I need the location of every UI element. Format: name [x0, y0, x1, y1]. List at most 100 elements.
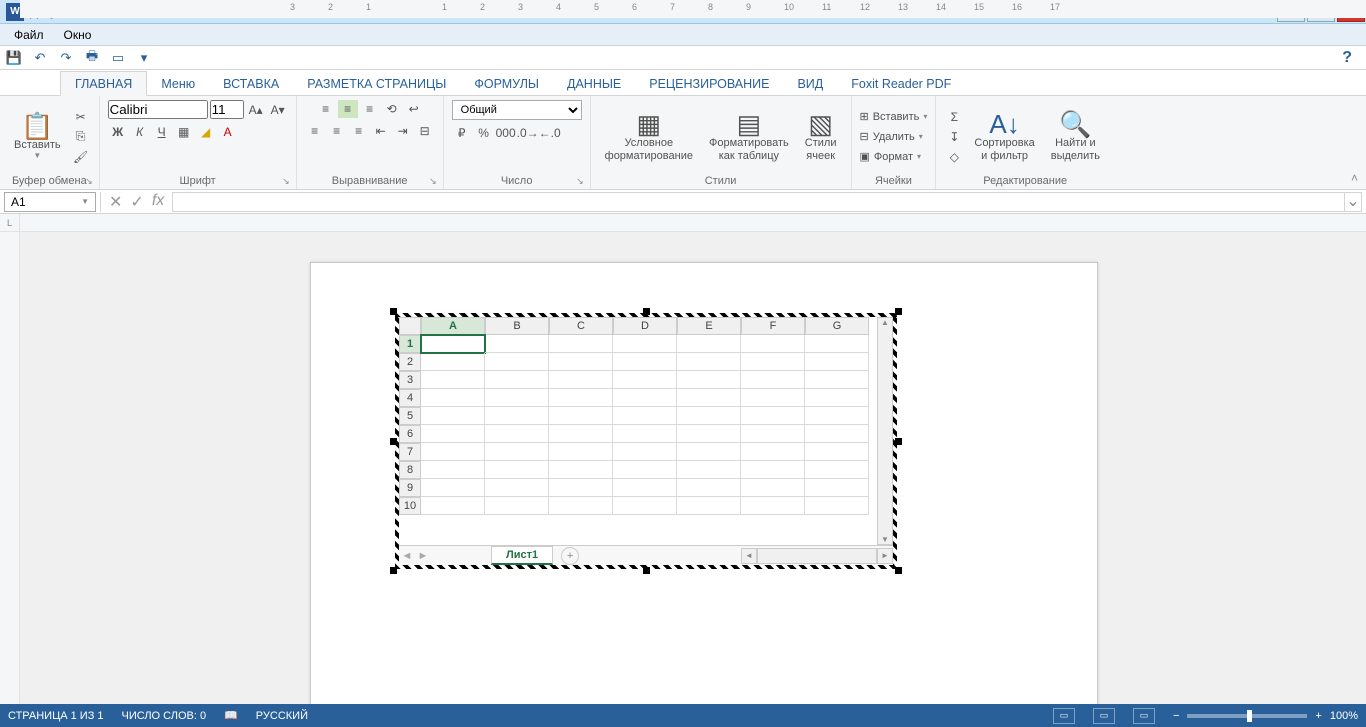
resize-handle[interactable]: [643, 567, 650, 574]
cell[interactable]: [805, 407, 869, 425]
cell[interactable]: [613, 479, 677, 497]
percent-icon[interactable]: %: [474, 124, 494, 142]
cell[interactable]: [421, 371, 485, 389]
tab-data[interactable]: ДАННЫЕ: [553, 72, 635, 95]
tab-insert[interactable]: ВСТАВКА: [209, 72, 293, 95]
accounting-icon[interactable]: ₽: [452, 124, 472, 142]
vertical-ruler[interactable]: [0, 232, 20, 727]
cell[interactable]: [741, 407, 805, 425]
cell[interactable]: [677, 461, 741, 479]
document-canvas[interactable]: ABCDEFG 12345678910 ◄ ► Лист1 + ◄►: [20, 232, 1366, 727]
cell[interactable]: [485, 425, 549, 443]
cell[interactable]: [613, 425, 677, 443]
resize-handle[interactable]: [895, 567, 902, 574]
resize-handle[interactable]: [390, 308, 397, 315]
save-icon[interactable]: 💾: [4, 48, 24, 68]
cell[interactable]: [485, 335, 549, 353]
row-header[interactable]: 10: [399, 497, 421, 515]
cell[interactable]: [677, 389, 741, 407]
orientation-icon[interactable]: ⟲: [382, 100, 402, 118]
sheet-tab[interactable]: Лист1: [491, 546, 553, 565]
column-header[interactable]: E: [677, 317, 741, 335]
cell[interactable]: [805, 461, 869, 479]
sheet-nav-next-icon[interactable]: ►: [415, 550, 431, 562]
cell[interactable]: [421, 461, 485, 479]
column-header[interactable]: D: [613, 317, 677, 335]
status-language[interactable]: РУССКИЙ: [256, 710, 308, 722]
zoom-control[interactable]: − + 100%: [1173, 710, 1358, 722]
cell[interactable]: [549, 353, 613, 371]
cell[interactable]: [613, 335, 677, 353]
paste-button[interactable]: 📋 Вставить ▼: [8, 111, 67, 163]
cell[interactable]: [549, 371, 613, 389]
column-header[interactable]: C: [549, 317, 613, 335]
cell[interactable]: [805, 371, 869, 389]
resize-handle[interactable]: [895, 438, 902, 445]
status-words[interactable]: ЧИСЛО СЛОВ: 0: [122, 710, 207, 722]
embedded-spreadsheet[interactable]: ABCDEFG 12345678910 ◄ ► Лист1 + ◄►: [395, 313, 897, 569]
cell[interactable]: [613, 407, 677, 425]
find-select-button[interactable]: 🔍Найти ивыделить: [1045, 109, 1106, 164]
cell[interactable]: [421, 353, 485, 371]
cell[interactable]: [805, 389, 869, 407]
bold-button[interactable]: Ж: [108, 123, 128, 141]
tab-home[interactable]: ГЛАВНАЯ: [60, 71, 147, 96]
clear-icon[interactable]: ◇: [944, 148, 964, 166]
cell[interactable]: [549, 479, 613, 497]
wrap-text-icon[interactable]: ↩: [404, 100, 424, 118]
shrink-font-icon[interactable]: A▾: [268, 101, 288, 119]
view-read-icon[interactable]: ▭: [1053, 708, 1075, 724]
zoom-level[interactable]: 100%: [1330, 710, 1358, 722]
italic-button[interactable]: К: [130, 123, 150, 141]
sort-filter-button[interactable]: A↓Сортировкаи фильтр: [968, 109, 1040, 164]
collapse-ribbon-icon[interactable]: ˄: [1351, 171, 1358, 185]
cell[interactable]: [549, 389, 613, 407]
add-sheet-icon[interactable]: +: [561, 547, 579, 565]
cell[interactable]: [549, 443, 613, 461]
cell[interactable]: [677, 443, 741, 461]
align-bottom-icon[interactable]: ≡: [360, 100, 380, 118]
cell[interactable]: [485, 479, 549, 497]
cell[interactable]: [741, 461, 805, 479]
row-header[interactable]: 4: [399, 389, 421, 407]
cell[interactable]: [677, 371, 741, 389]
format-as-table-button[interactable]: ▤Форматироватькак таблицу: [703, 109, 795, 164]
cell[interactable]: [805, 443, 869, 461]
decrease-indent-icon[interactable]: ⇤: [371, 122, 391, 140]
tab-foxit[interactable]: Foxit Reader PDF: [837, 72, 965, 95]
underline-button[interactable]: Ч: [152, 123, 172, 141]
tab-view[interactable]: ВИД: [783, 72, 837, 95]
cell[interactable]: [613, 353, 677, 371]
cell[interactable]: [421, 407, 485, 425]
column-header[interactable]: G: [805, 317, 869, 335]
resize-handle[interactable]: [390, 438, 397, 445]
cell[interactable]: [741, 335, 805, 353]
redo-icon[interactable]: ↷: [56, 48, 76, 68]
status-proofing-icon[interactable]: 📖: [224, 709, 238, 722]
cell[interactable]: [677, 407, 741, 425]
tab-review[interactable]: РЕЦЕНЗИРОВАНИЕ: [635, 72, 783, 95]
cell[interactable]: [677, 425, 741, 443]
align-center-icon[interactable]: ≡: [327, 122, 347, 140]
zoom-slider[interactable]: [1187, 714, 1307, 718]
fill-icon[interactable]: ↧: [944, 128, 964, 146]
menu-file[interactable]: Файл: [4, 26, 54, 44]
dialog-launcher-icon[interactable]: ↘: [429, 176, 437, 187]
cell[interactable]: [613, 443, 677, 461]
merge-icon[interactable]: ⊟: [415, 122, 435, 140]
column-header[interactable]: B: [485, 317, 549, 335]
align-middle-icon[interactable]: ≡: [338, 100, 358, 118]
cell[interactable]: [421, 479, 485, 497]
qat-more-icon[interactable]: ▾: [134, 48, 154, 68]
cell[interactable]: [741, 443, 805, 461]
delete-cells-button[interactable]: ⊟Удалить▾: [860, 127, 928, 147]
cell[interactable]: [549, 407, 613, 425]
zoom-out-icon[interactable]: −: [1173, 710, 1179, 722]
tab-layout[interactable]: РАЗМЕТКА СТРАНИЦЫ: [293, 72, 460, 95]
cancel-entry-icon[interactable]: ✕: [109, 192, 122, 212]
tab-menu[interactable]: Меню: [147, 72, 209, 95]
conditional-formatting-button[interactable]: ▦Условноеформатирование: [599, 109, 699, 164]
column-header[interactable]: F: [741, 317, 805, 335]
cut-icon[interactable]: ✂: [71, 108, 91, 126]
cell[interactable]: [677, 497, 741, 515]
